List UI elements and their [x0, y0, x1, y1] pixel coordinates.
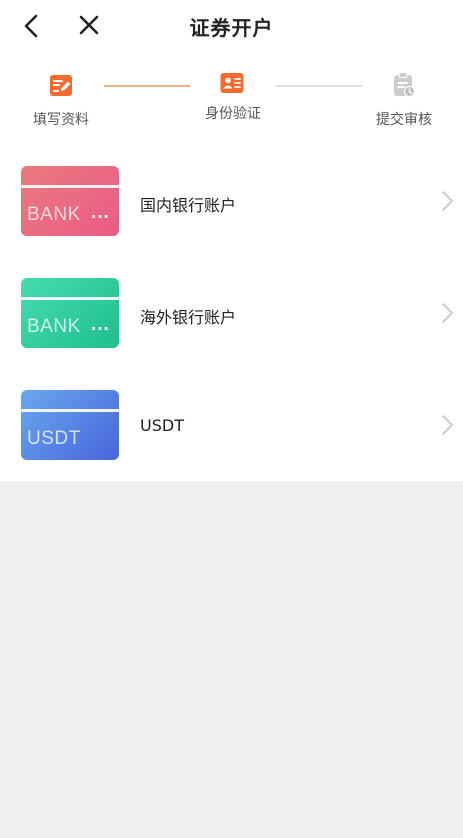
- usdt-card-icon: USDT: [21, 390, 119, 460]
- bank-card-icon: BANK ...: [21, 278, 119, 348]
- chevron-right-icon: [442, 415, 453, 435]
- option-usdt[interactable]: USDT USDT: [0, 369, 463, 473]
- card-text: BANK: [27, 316, 81, 337]
- card-text: USDT: [27, 428, 81, 449]
- card-text: BANK: [27, 204, 81, 225]
- card-dots: ...: [91, 314, 110, 335]
- card-stripe: [21, 185, 119, 188]
- edit-form-icon: [50, 75, 72, 96]
- step-connector-1: [104, 85, 190, 87]
- card-dots: ...: [91, 202, 110, 223]
- card-stripe: [21, 409, 119, 412]
- chevron-right-icon: [442, 303, 453, 323]
- chevron-right-icon: [442, 191, 453, 211]
- id-card-icon: [220, 73, 244, 93]
- page-title: 证券开户: [189, 16, 274, 40]
- step-connector-2: [276, 85, 362, 87]
- option-domestic-bank[interactable]: BANK ... 国内银行账户: [0, 145, 463, 249]
- header-bar: 证券开户: [0, 0, 463, 52]
- bank-card-icon: BANK ...: [21, 166, 119, 236]
- clipboard-review-icon: [394, 72, 416, 98]
- step-label-fill-info: 填写资料: [33, 112, 89, 128]
- option-overseas-bank[interactable]: BANK ... 海外银行账户: [0, 257, 463, 361]
- option-label: USDT: [140, 416, 184, 435]
- main-panel: 证券开户 填写资料 身份验证 提交审核 BANK ... 国内银行账户 BANK…: [0, 0, 463, 481]
- step-label-submit-review: 提交审核: [376, 112, 432, 128]
- step-label-identity: 身份验证: [205, 106, 261, 122]
- option-label: 国内银行账户: [140, 196, 237, 215]
- option-label: 海外银行账户: [140, 308, 237, 327]
- card-stripe: [21, 297, 119, 300]
